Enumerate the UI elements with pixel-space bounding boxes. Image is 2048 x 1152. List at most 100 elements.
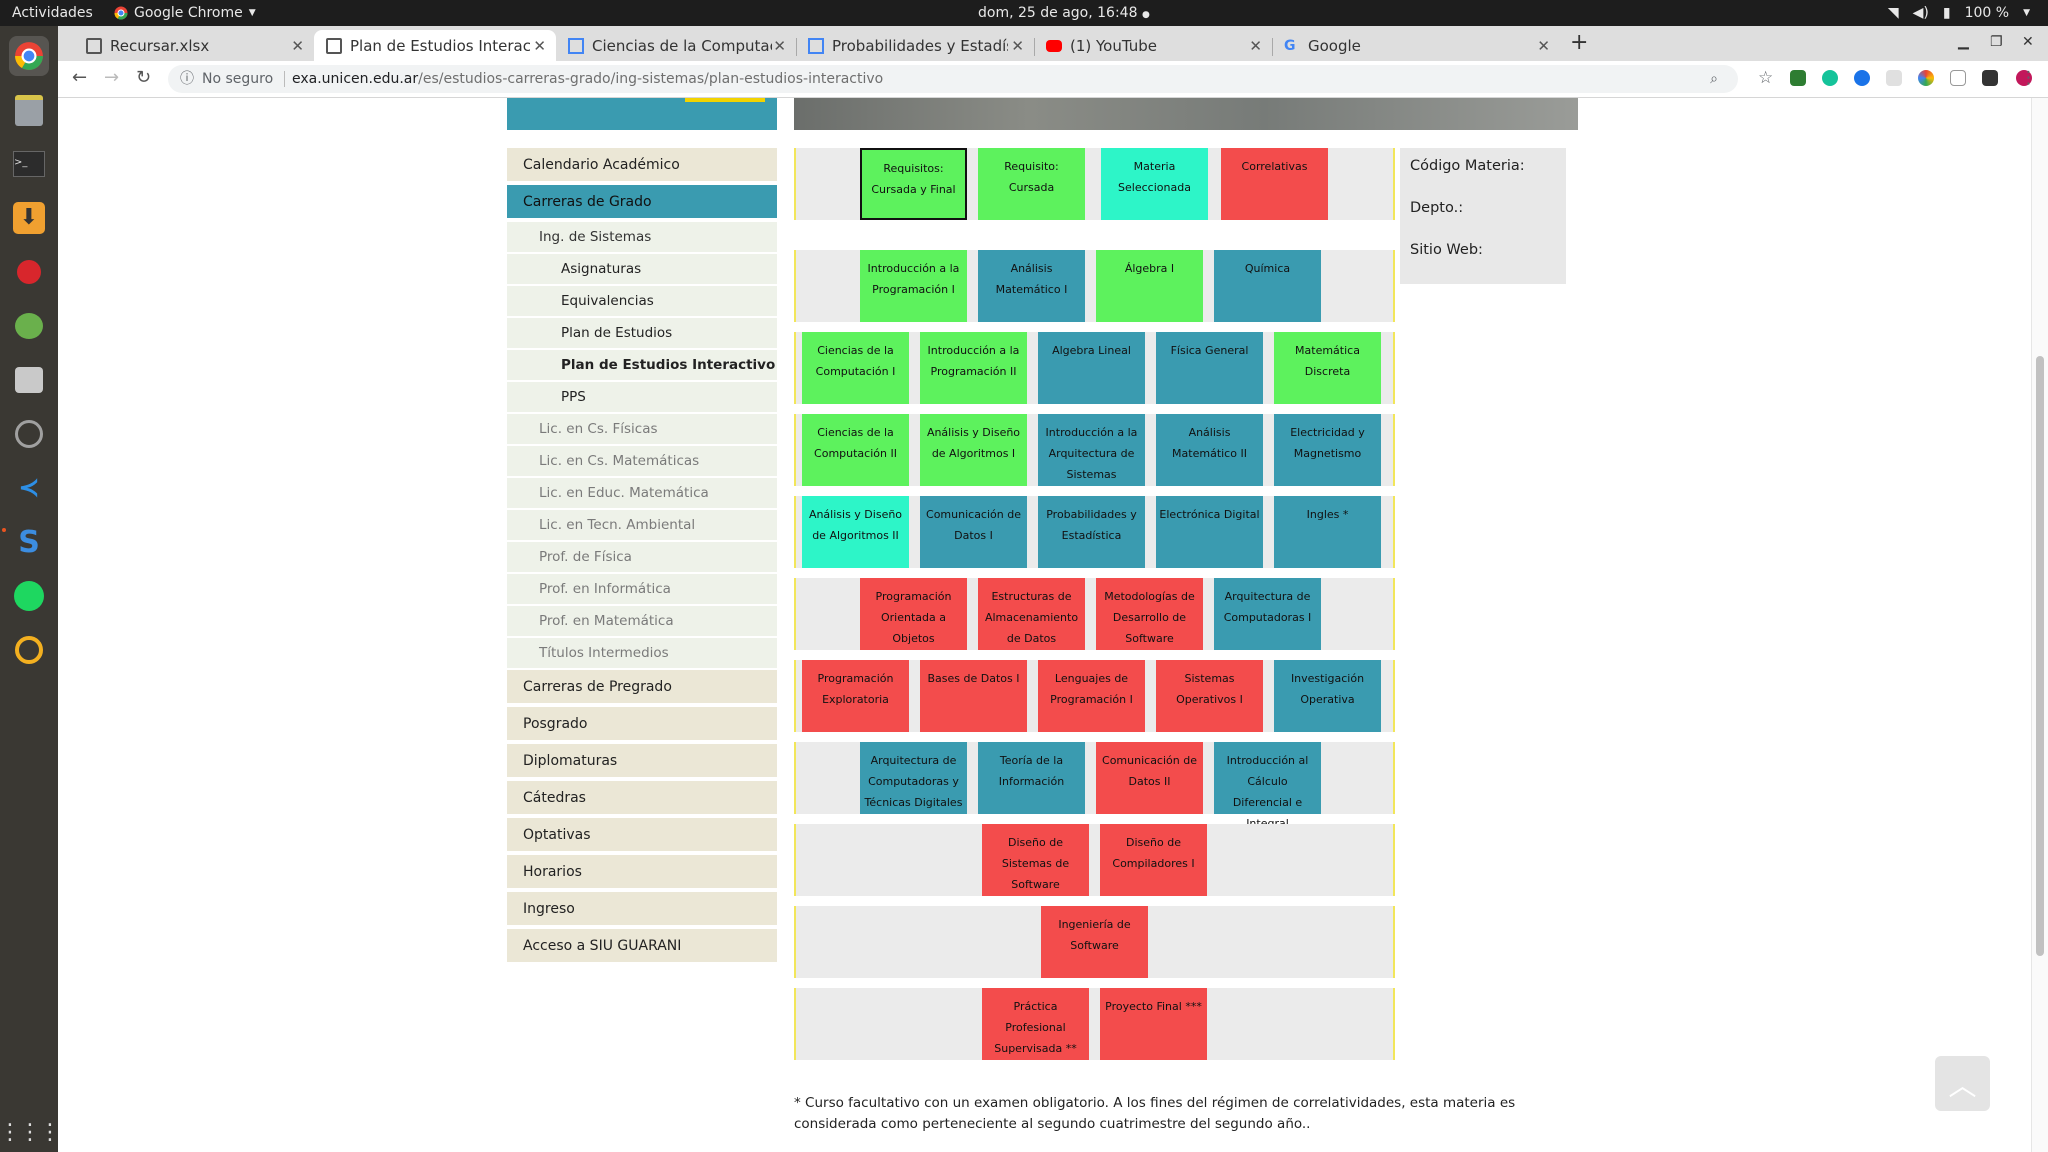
scrollbar-thumb[interactable] — [2036, 356, 2044, 956]
subject-cell[interactable]: Práctica Profesional Supervisada ** — [982, 988, 1089, 1060]
star-icon[interactable]: ☆ — [1758, 68, 1773, 88]
menu-calendario[interactable]: Calendario Académico — [507, 148, 777, 183]
extension-icon[interactable] — [1950, 70, 1966, 86]
menu-pps[interactable]: PPS — [507, 382, 777, 414]
subject-cell[interactable]: Electrónica Digital — [1156, 496, 1263, 568]
subject-cell[interactable]: Investigación Operativa — [1274, 660, 1381, 732]
menu-sub-7[interactable]: Títulos Intermedios — [507, 638, 777, 670]
menu-sub-3[interactable]: Lic. en Tecn. Ambiental — [507, 510, 777, 542]
new-tab-button[interactable]: + — [1570, 30, 1588, 55]
info-icon[interactable]: ⓘ — [180, 65, 194, 93]
subject-cell[interactable]: Ciencias de la Computación I — [802, 332, 909, 404]
subject-cell[interactable]: Introducción al Cálculo Diferencial e In… — [1214, 742, 1321, 830]
gimp-launcher[interactable] — [9, 306, 49, 346]
subject-cell[interactable]: Teoría de la Información — [978, 742, 1085, 814]
close-window-button[interactable]: ✕ — [2022, 34, 2034, 50]
subject-cell[interactable]: Programación Exploratoria — [802, 660, 909, 732]
tab-plan-estudios[interactable]: Plan de Estudios Interactivo ✕ — [314, 30, 556, 61]
subject-cell[interactable]: Diseño de Sistemas de Software — [982, 824, 1089, 896]
menu-top-7[interactable]: Acceso a SIU GUARANI — [507, 929, 777, 964]
files-launcher[interactable] — [9, 90, 49, 130]
close-icon[interactable]: ✕ — [773, 37, 786, 55]
scrollbar[interactable] — [2031, 98, 2048, 1152]
menu-plan-estudios[interactable]: Plan de Estudios — [507, 318, 777, 350]
menu-plan-interactivo[interactable]: Plan de Estudios Interactivo — [507, 350, 777, 382]
software-launcher[interactable] — [9, 360, 49, 400]
clock[interactable]: dom, 25 de ago, 16:48 ● — [978, 0, 1150, 28]
tab-youtube[interactable]: (1) YouTube ✕ — [1034, 30, 1272, 61]
subject-cell[interactable]: Ingles * — [1274, 496, 1381, 568]
chrome-launcher[interactable] — [9, 36, 49, 76]
subject-cell[interactable]: Química — [1214, 250, 1321, 322]
subject-cell[interactable]: Álgebra I — [1096, 250, 1203, 322]
subject-cell[interactable]: Algebra Lineal — [1038, 332, 1145, 404]
subject-cell[interactable]: Sistemas Operativos I — [1156, 660, 1263, 732]
menu-carreras-grado[interactable]: Carreras de Grado — [507, 185, 777, 220]
subject-cell[interactable]: Diseño de Compiladores I — [1100, 824, 1207, 896]
subject-cell[interactable]: Análisis y Diseño de Algoritmos II — [802, 496, 909, 568]
subject-cell[interactable]: Análisis Matemático II — [1156, 414, 1263, 486]
close-icon[interactable]: ✕ — [291, 37, 304, 55]
app-launcher[interactable]: S — [9, 522, 49, 562]
subject-cell[interactable]: Introducción a la Programación I — [860, 250, 967, 322]
subject-cell[interactable]: Bases de Datos I — [920, 660, 1027, 732]
subject-cell[interactable]: Electricidad y Magnetismo — [1274, 414, 1381, 486]
close-icon[interactable]: ✕ — [533, 37, 546, 55]
tab-probabilidades[interactable]: Probabilidades y Estadística ✕ — [796, 30, 1034, 61]
menu-top-0[interactable]: Carreras de Pregrado — [507, 670, 777, 705]
menu-top-2[interactable]: Diplomaturas — [507, 744, 777, 779]
extension-icon[interactable] — [1854, 70, 1870, 86]
menu-sub-4[interactable]: Prof. de Física — [507, 542, 777, 574]
restore-button[interactable]: ❐ — [1990, 34, 2003, 50]
subject-cell[interactable]: Arquitectura de Computadoras y Técnicas … — [860, 742, 967, 814]
scroll-to-top-button[interactable]: ︿ — [1935, 1056, 1990, 1111]
subject-cell[interactable]: Probabilidades y Estadística — [1038, 496, 1145, 568]
subject-cell[interactable]: Lenguajes de Programación I — [1038, 660, 1145, 732]
menu-top-4[interactable]: Optativas — [507, 818, 777, 853]
tab-ciencias[interactable]: Ciencias de la Computación ✕ — [556, 30, 796, 61]
extension-icon[interactable] — [1918, 70, 1934, 86]
back-button[interactable]: ← — [72, 67, 87, 88]
menu-sub-6[interactable]: Prof. en Matemática — [507, 606, 777, 638]
menu-asignaturas[interactable]: Asignaturas — [507, 254, 777, 286]
system-tray[interactable]: ◥ ◀) ▮ 100 % ▼ — [1888, 0, 2030, 26]
subject-cell[interactable]: Análisis y Diseño de Algoritmos I — [920, 414, 1027, 486]
vscode-launcher[interactable]: ≺ — [9, 468, 49, 508]
subject-cell[interactable]: Programación Orientada a Objetos — [860, 578, 967, 650]
subject-cell[interactable]: Matemática Discreta — [1274, 332, 1381, 404]
grammarly-icon[interactable] — [1822, 70, 1838, 86]
app-launcher-2[interactable] — [9, 630, 49, 670]
menu-sub-5[interactable]: Prof. en Informática — [507, 574, 777, 606]
forward-button[interactable]: → — [104, 67, 119, 88]
close-icon[interactable]: ✕ — [1249, 37, 1262, 55]
app-menu[interactable]: Google Chrome ▼ — [114, 0, 256, 26]
atom-launcher[interactable] — [9, 414, 49, 454]
address-bar[interactable]: ⓘ No seguro exa.unicen.edu.ar/es/estudio… — [168, 65, 1738, 93]
subject-cell[interactable]: Proyecto Final *** — [1100, 988, 1207, 1060]
subject-cell[interactable]: Arquitectura de Computadoras I — [1214, 578, 1321, 650]
show-applications-button[interactable]: ⋮⋮⋮ — [0, 1112, 61, 1152]
terminal-launcher[interactable]: >_ — [9, 144, 49, 184]
subject-cell[interactable]: Física General — [1156, 332, 1263, 404]
subject-cell[interactable]: Ingeniería de Software — [1041, 906, 1148, 978]
activities-button[interactable]: Actividades — [12, 0, 93, 26]
menu-icon[interactable]: ⋮ — [2020, 68, 2037, 88]
menu-top-5[interactable]: Horarios — [507, 855, 777, 890]
subject-cell[interactable]: Introducción a la Programación II — [920, 332, 1027, 404]
menu-sub-2[interactable]: Lic. en Educ. Matemática — [507, 478, 777, 510]
cherry-launcher[interactable] — [9, 252, 49, 292]
menu-top-1[interactable]: Posgrado — [507, 707, 777, 742]
subject-cell[interactable]: Metodologías de Desarrollo de Software — [1096, 578, 1203, 650]
menu-sub-0[interactable]: Lic. en Cs. Físicas — [507, 414, 777, 446]
zoom-icon[interactable]: ⌕ — [1710, 65, 1718, 93]
menu-ing-sistemas[interactable]: Ing. de Sistemas — [507, 222, 777, 254]
extension-icon[interactable] — [1886, 70, 1902, 86]
extension-icon[interactable] — [1790, 70, 1806, 86]
subject-cell[interactable]: Introducción a la Arquitectura de Sistem… — [1038, 414, 1145, 486]
menu-top-6[interactable]: Ingreso — [507, 892, 777, 927]
close-icon[interactable]: ✕ — [1011, 37, 1024, 55]
tab-recursar[interactable]: Recursar.xlsx ✕ — [74, 30, 314, 61]
subject-cell[interactable]: Estructuras de Almacenamiento de Datos — [978, 578, 1085, 650]
reload-button[interactable]: ↻ — [136, 67, 151, 88]
subject-cell[interactable]: Comunicación de Datos I — [920, 496, 1027, 568]
